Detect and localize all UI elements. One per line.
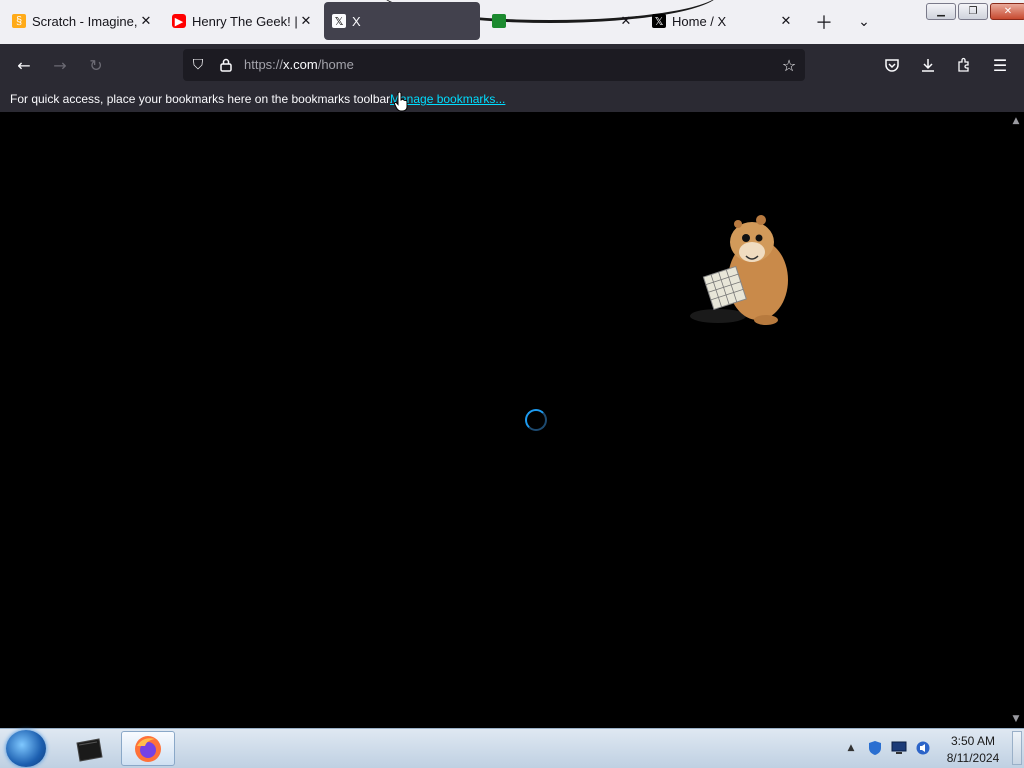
- page-scrollbar[interactable]: ▲ ▼: [1008, 112, 1024, 728]
- downloads-icon[interactable]: [916, 53, 940, 77]
- close-icon[interactable]: ✕: [778, 13, 794, 29]
- show-hidden-icons-icon[interactable]: ▲: [842, 739, 860, 757]
- extensions-icon[interactable]: [952, 53, 976, 77]
- forward-button[interactable]: →: [48, 53, 72, 77]
- start-button[interactable]: [6, 730, 46, 767]
- tab-strip: § Scratch - Imagine, P ✕ ▶ Henry The Gee…: [0, 0, 1024, 44]
- minimize-button[interactable]: ▁: [926, 3, 956, 20]
- address-bar[interactable]: ⛉ https://x.com/home ☆: [183, 49, 805, 81]
- new-tab-button[interactable]: ＋: [812, 10, 836, 34]
- scratch-icon: §: [12, 14, 26, 28]
- scroll-up-icon[interactable]: ▲: [1011, 116, 1021, 126]
- restore-button[interactable]: ❐: [958, 3, 988, 20]
- url-prefix: https://: [244, 57, 284, 72]
- page-content: [0, 112, 1008, 728]
- scroll-down-icon[interactable]: ▼: [1011, 714, 1021, 724]
- url-path: /home: [317, 57, 354, 72]
- hamster-image: [690, 215, 788, 325]
- green-site-icon: [492, 14, 506, 28]
- tab-scratch[interactable]: § Scratch - Imagine, P ✕: [4, 2, 162, 40]
- tab-youtube[interactable]: ▶ Henry The Geek! | H ✕: [164, 2, 322, 40]
- loading-spinner: [525, 409, 547, 431]
- taskbar-app-firefox[interactable]: [121, 731, 175, 766]
- tab-x-home[interactable]: 𝕏 Home / X ✕: [644, 2, 802, 40]
- lock-icon[interactable]: [216, 55, 236, 75]
- close-icon[interactable]: ✕: [298, 13, 314, 29]
- taskbar: ▲ 3:50 AM 8/11/2024: [0, 728, 1024, 768]
- close-window-button[interactable]: ✕: [990, 3, 1024, 20]
- clock-time: 3:50 AM: [950, 734, 996, 748]
- tab-title: X: [352, 13, 361, 29]
- navigation-toolbar: ← → ↻ ⛉ https://x.com/home ☆ ☰: [0, 44, 1024, 86]
- system-clock[interactable]: 3:50 AM 8/11/2024: [940, 733, 1006, 767]
- tab-x-active[interactable]: 𝕏 X: [324, 2, 480, 40]
- pocket-icon[interactable]: [880, 53, 904, 77]
- network-shield-icon[interactable]: [866, 739, 884, 757]
- close-icon[interactable]: ✕: [618, 13, 634, 29]
- shield-icon[interactable]: ⛉: [188, 55, 208, 75]
- tab-title: Scratch - Imagine, P: [32, 13, 138, 29]
- reload-button[interactable]: ↻: [84, 53, 108, 77]
- menu-icon[interactable]: ☰: [988, 53, 1012, 77]
- taskbar-app-terminal[interactable]: [62, 731, 116, 766]
- speaker-icon[interactable]: [914, 739, 932, 757]
- bookmarks-message: For quick access, place your bookmarks h…: [10, 92, 393, 106]
- terminal-icon: [76, 737, 103, 762]
- close-icon[interactable]: ✕: [138, 13, 154, 29]
- bookmarks-toolbar: For quick access, place your bookmarks h…: [0, 86, 1024, 112]
- x-icon: 𝕏: [332, 14, 346, 28]
- tab-green-site[interactable]: ✕: [484, 2, 642, 40]
- clock-date: 8/11/2024: [946, 751, 1000, 765]
- tab-title: Henry The Geek! | H: [192, 13, 298, 29]
- x-icon: 𝕏: [652, 14, 666, 28]
- url-text[interactable]: https://x.com/home: [244, 57, 354, 72]
- list-all-tabs-button[interactable]: ⌄: [852, 10, 876, 34]
- hand-cursor-icon: [394, 92, 408, 112]
- tab-title: Home / X: [672, 13, 727, 29]
- back-button[interactable]: ←: [12, 53, 36, 77]
- display-icon[interactable]: [890, 739, 908, 757]
- firefox-icon: [135, 735, 161, 762]
- show-desktop-button[interactable]: [1012, 731, 1022, 765]
- url-host: x.com: [283, 57, 318, 72]
- bookmark-star-icon[interactable]: ☆: [779, 55, 799, 75]
- youtube-icon: ▶: [172, 14, 186, 28]
